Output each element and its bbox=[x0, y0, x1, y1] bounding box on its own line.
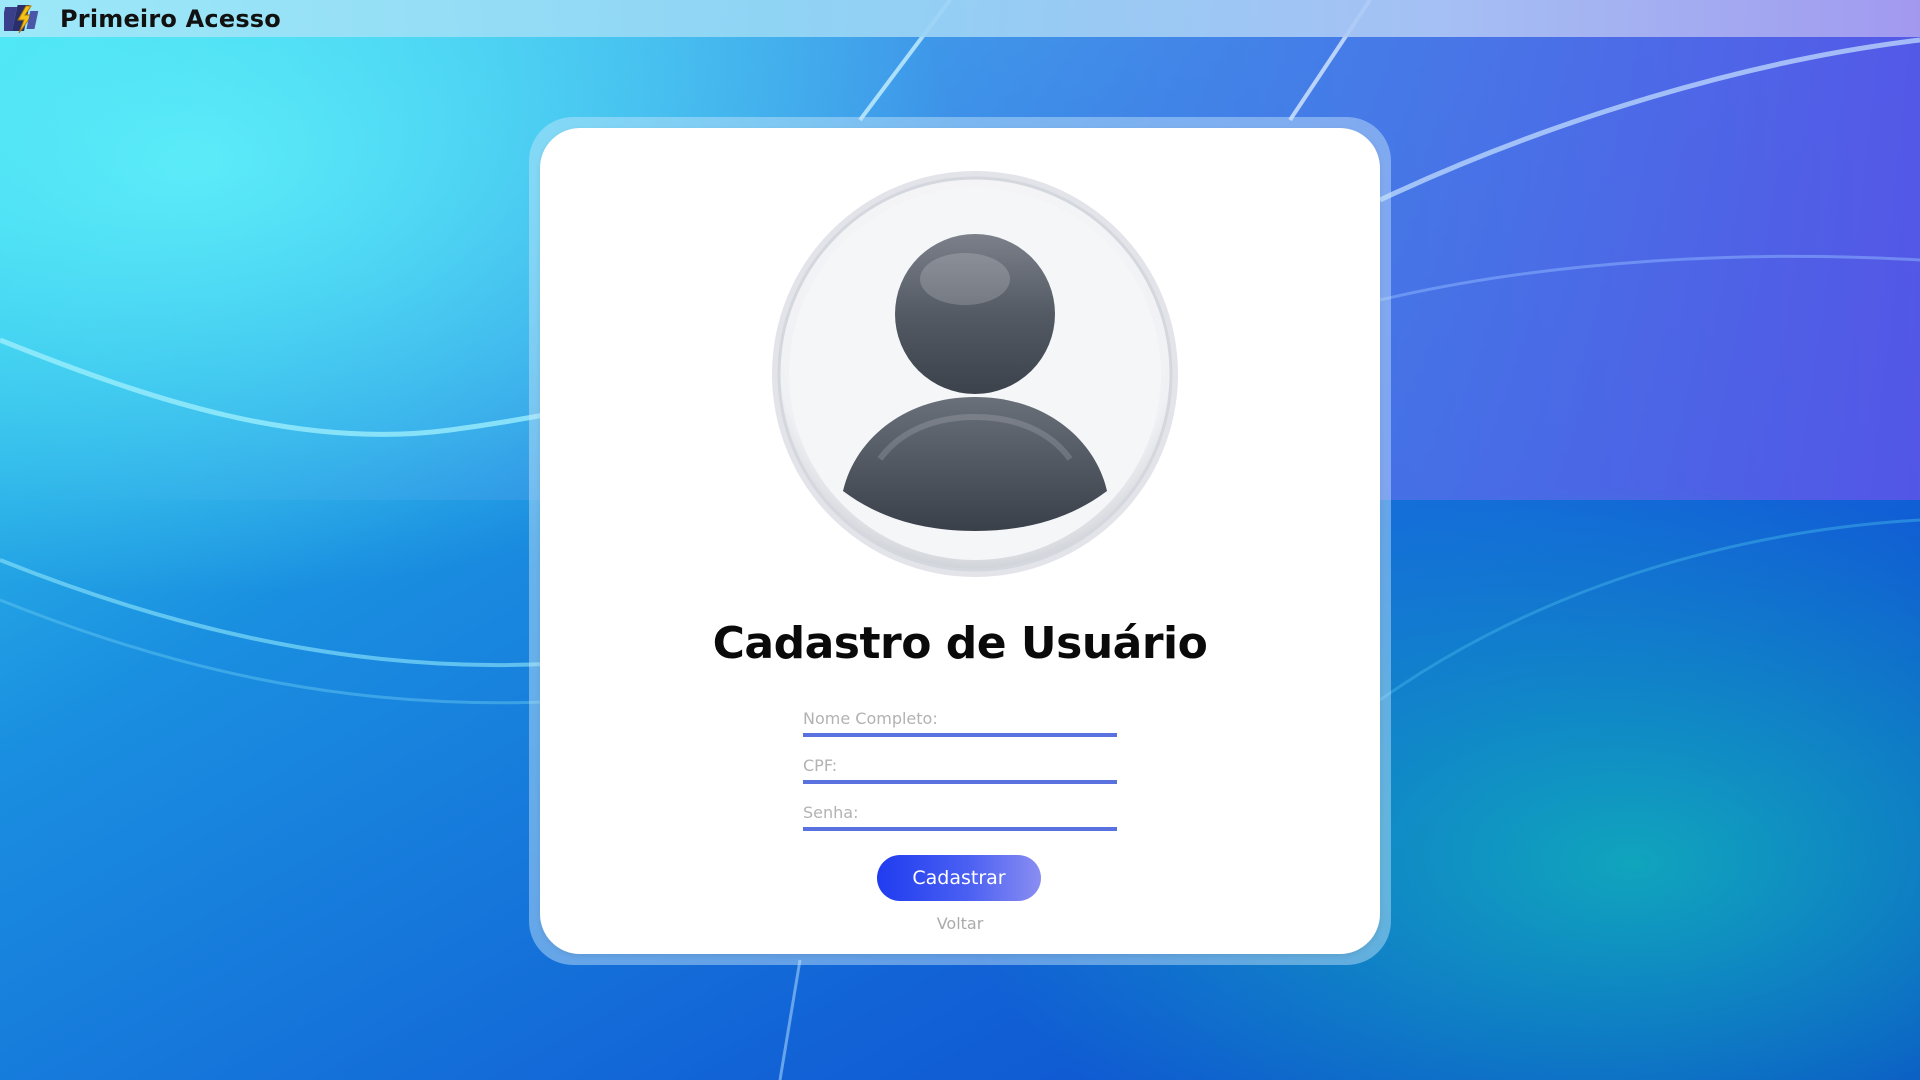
register-button[interactable]: Cadastrar bbox=[877, 855, 1041, 901]
cpf-input[interactable] bbox=[803, 752, 1117, 784]
window-title: Primeiro Acesso bbox=[60, 4, 281, 33]
registration-card: Cadastro de Usuário Cadastrar Voltar bbox=[540, 128, 1380, 954]
form-title: Cadastro de Usuário bbox=[712, 618, 1208, 669]
title-bar: Primeiro Acesso bbox=[0, 0, 1920, 37]
full-name-input[interactable] bbox=[803, 705, 1117, 737]
app-logo-icon bbox=[4, 4, 39, 33]
screen: Primeiro Acesso Cadastro de Usuário Nome… bbox=[0, 0, 1920, 1080]
password-input[interactable] bbox=[803, 799, 1117, 831]
user-avatar-icon bbox=[772, 171, 1178, 577]
back-link[interactable]: Voltar bbox=[540, 914, 1380, 933]
registration-card-frame: Cadastro de Usuário Cadastrar Voltar bbox=[529, 117, 1391, 965]
